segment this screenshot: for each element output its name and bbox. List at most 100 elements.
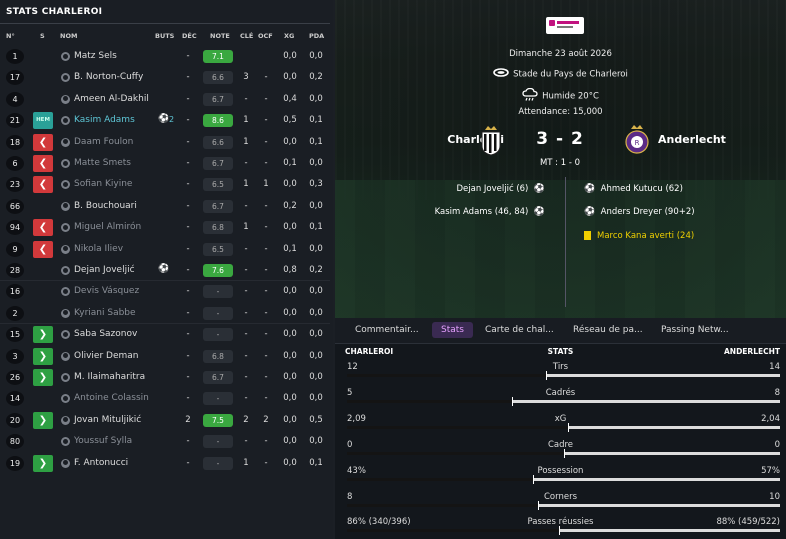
player-row[interactable]: 19 ❯ F. Antonucci - -1-0,0 0,1 (0, 453, 330, 474)
player-name[interactable]: Ameen Al-Dakhil (74, 94, 149, 104)
rating-badge: - (203, 456, 233, 470)
ball-icon: ⚽ (533, 184, 545, 194)
key-passes-value: - (244, 307, 248, 318)
player-name[interactable]: Dejan Joveljić (74, 265, 135, 275)
dec-value: - (186, 286, 190, 297)
chances-value: 2 (263, 414, 269, 425)
away-team-name[interactable]: Anderlecht (658, 133, 726, 146)
player-name[interactable]: Kasim Adams (74, 115, 135, 125)
xg-value: 0,0 (283, 372, 297, 382)
player-name[interactable]: Jovan Mituljikić (74, 415, 141, 425)
player-avatar-icon (61, 373, 70, 382)
column-header[interactable]: N° (6, 32, 15, 40)
player-row[interactable]: 3 ❯ Olivier Deman -6.8- -0,0 0,0 (0, 346, 330, 367)
tab-stats[interactable]: Stats (432, 322, 473, 338)
pda-value: 0,0 (309, 329, 323, 340)
xg-value: 0,0 (283, 350, 297, 361)
yellow-card-icon (584, 231, 591, 240)
player-name[interactable]: B. Norton-Cuffy (74, 72, 143, 82)
rating-badge: 6.7 (203, 92, 233, 106)
player-row[interactable]: 18 ❮ Daam Foulon - 6.6 1 - 0,0 0,1 (0, 132, 330, 153)
column-header[interactable]: NOTE (210, 32, 230, 40)
pda-value: 0,3 (309, 179, 323, 190)
column-header[interactable]: BUTS (155, 32, 174, 40)
player-avatar-icon (61, 159, 70, 168)
dec-value: - (186, 158, 190, 168)
shirt-number: 66 (6, 198, 24, 214)
player-row[interactable]: 4 Ameen Al-Dakhil -6.7- -0,4 0,0 (0, 89, 330, 110)
player-avatar-icon (61, 394, 70, 404)
player-row[interactable]: 26 ❯ M. Ilaimaharitra - 6.7 - - 0,0 0,0 (0, 367, 330, 388)
tab-passing-network-fr[interactable]: Réseau de pa... (573, 325, 643, 335)
column-header[interactable]: DÉC (182, 32, 197, 40)
player-name[interactable]: F. Antonucci (74, 458, 128, 468)
column-header[interactable]: NOM (60, 32, 77, 40)
stat-bar (347, 474, 780, 484)
player-name[interactable]: Antoine Colassin (74, 393, 149, 403)
dec-value: - (186, 329, 190, 340)
away-stat-value: 8 (774, 387, 780, 398)
match-tabs: Commentair... Stats Carte de chal... Rés… (335, 318, 786, 344)
goal-ball-icon: ⚽ (158, 114, 170, 125)
stat-row: 43% Possession 57% (335, 466, 786, 492)
player-name[interactable]: Sofian Kiyine (74, 179, 132, 189)
column-header[interactable]: OCF (258, 32, 273, 40)
player-name[interactable]: M. Ilaimaharitra (74, 372, 145, 382)
column-header[interactable]: S (40, 32, 45, 40)
player-row[interactable]: 1 Matz Sels - 7.1 0,0 0,0 (0, 46, 330, 67)
player-row[interactable]: 17 B. Norton-Cuffy - 6.6 3 - 0,0 0,2 (0, 67, 330, 88)
player-row[interactable]: 15 ❯ Saba Sazonov - - - -0,0 0,0 (0, 324, 330, 345)
player-avatar-icon (61, 415, 70, 425)
player-row[interactable]: 20 ❯ Jovan Mituljikić 2 7.5 2 2 0,0 0,5 (0, 410, 330, 431)
player-name[interactable]: Saba Sazonov (74, 329, 137, 339)
player-row[interactable]: 14 Antoine Colassin - - - -0,0 0,0 (0, 388, 330, 409)
player-row[interactable]: 66 B. Bouchouari -6.7- -0,2 0,0 (0, 196, 330, 217)
pda-value: 0,0 (309, 93, 323, 104)
player-row[interactable]: 94 ❮ Miguel Almirón - 6.8 1 - 0,0 0,1 (0, 217, 330, 238)
player-row[interactable]: 23 ❮ Sofian Kiyine - 6.5 1 1 0,0 0,3 (0, 174, 330, 195)
player-row[interactable]: 16 Devis Vásquez - - - -0,0 0,0 (0, 281, 330, 302)
player-name[interactable]: Daam Foulon (74, 137, 133, 147)
shirt-number: 21 (6, 113, 24, 129)
player-name[interactable]: Devis Vásquez (74, 286, 139, 296)
share-marker (533, 474, 534, 484)
tab-passing-network[interactable]: Passing Netw... (661, 325, 729, 335)
player-name[interactable]: Nikola Iliev (74, 244, 123, 254)
column-header[interactable]: XG (284, 32, 294, 40)
player-row[interactable]: 9 ❮ Nikola Iliev -6.5- -0,1 0,0 (0, 239, 330, 260)
xg-value: 0,0 (283, 307, 297, 318)
player-avatar-icon (61, 287, 70, 297)
chances-value: - (264, 136, 268, 147)
player-name[interactable]: Matz Sels (74, 51, 117, 61)
tab-commentary[interactable]: Commentair... (355, 325, 419, 335)
dec-value: - (186, 93, 190, 104)
player-name[interactable]: Youssuf Sylla (74, 436, 132, 446)
share-marker (546, 371, 547, 380)
player-name[interactable]: Olivier Deman (74, 351, 138, 361)
key-passes-value: - (244, 286, 248, 297)
xg-value: 0,0 (283, 393, 297, 404)
column-header[interactable]: PDA (309, 32, 324, 40)
player-name[interactable]: Miguel Almirón (74, 222, 141, 232)
player-row[interactable]: 28 Dejan Joveljić ⚽ - 7.6 - - 0,8 0,2 (0, 260, 330, 281)
key-passes-value: - (244, 393, 248, 404)
rating-badge: 6.8 (203, 349, 233, 363)
player-row[interactable]: 6 ❮ Matte Smets - 6.7 - - 0,1 0,0 (0, 153, 330, 174)
player-avatar-icon (61, 330, 70, 340)
rain-cloud-icon (522, 87, 538, 104)
stats-header: CHARLEROI STATS ANDERLECHT (335, 344, 786, 358)
player-name[interactable]: Kyriani Sabbe (74, 308, 136, 318)
tab-heatmap[interactable]: Carte de chal... (485, 325, 554, 335)
column-header[interactable]: CLÉ (240, 32, 253, 40)
key-passes-value: - (244, 243, 248, 254)
player-name[interactable]: B. Bouchouari (74, 201, 137, 211)
player-row[interactable]: 21 HEM Kasim Adams ⚽ 2 - 8.6 1 - 0,5 0,1 (0, 110, 330, 131)
player-name[interactable]: Matte Smets (74, 158, 131, 168)
man-of-match-badge: HEM (33, 112, 53, 130)
pda-value: 0,0 (309, 243, 323, 254)
player-row[interactable]: 2 Kyriani Sabbe - - - -0,0 0,0 (0, 303, 330, 324)
dec-value: - (186, 222, 190, 233)
stadium-line: Stade du Pays de Charleroi (335, 68, 786, 80)
table-header: N° S NOM BUTS DÉC NOTE CLÉ OCF XG PDA (0, 30, 330, 42)
player-row[interactable]: 80 Youssuf Sylla - - - -0,0 0,0 (0, 431, 330, 452)
